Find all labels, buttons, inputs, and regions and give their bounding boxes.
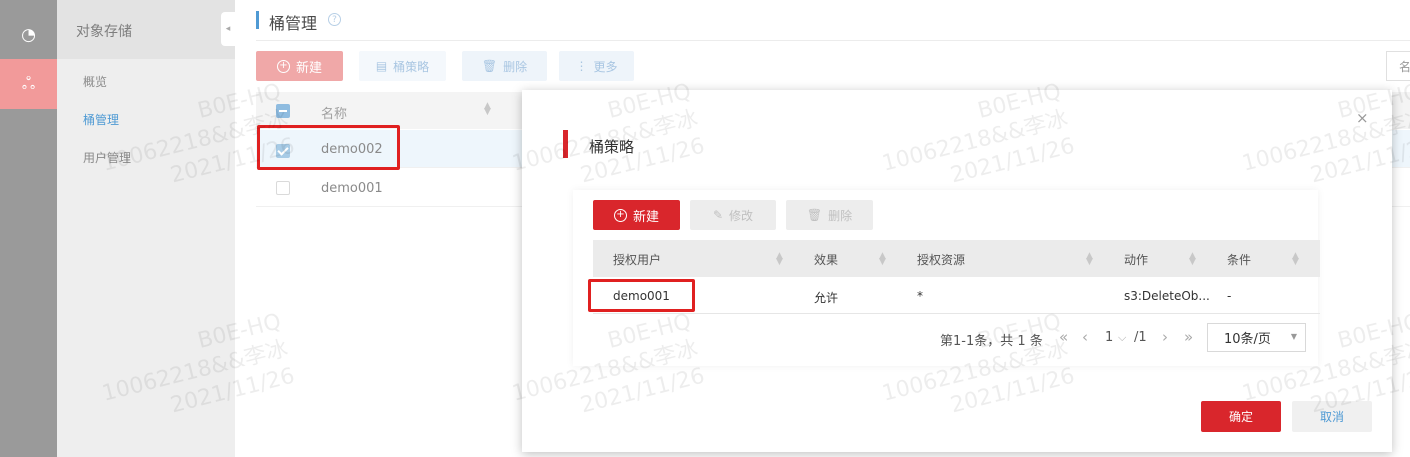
column-header-user[interactable]: 授权用户 <box>613 251 661 268</box>
trash-icon: 🗑 <box>481 59 498 73</box>
rail-item-object-storage[interactable]: ஃ <box>0 59 57 109</box>
new-policy-button[interactable]: + 新建 <box>593 200 680 230</box>
edit-policy-button[interactable]: ✎ 修改 <box>690 200 776 230</box>
caret-down-icon: ▼ <box>1290 332 1297 341</box>
plus-circle-icon: + <box>613 208 627 222</box>
bucket-policy-label: 桶策略 <box>393 59 430 74</box>
pie-chart-icon: ◔ <box>21 24 36 45</box>
sidebar-item-user-management[interactable]: 用户管理 <box>83 149 131 166</box>
icon-rail: ◔ ஃ <box>0 0 57 457</box>
first-page-icon[interactable]: « <box>1059 328 1068 346</box>
page-size-select[interactable]: 10条/页 ▼ <box>1207 323 1306 352</box>
page-size-value: 10条/页 <box>1224 332 1271 347</box>
delete-bucket-label: 删除 <box>503 59 528 74</box>
storage-cluster-icon: ஃ <box>21 73 36 94</box>
more-vertical-icon: ⋮ <box>575 59 588 73</box>
sort-icon[interactable]: ▲ ▼ <box>484 102 491 117</box>
column-header-action[interactable]: 动作 <box>1124 251 1148 268</box>
total-pages: /1 <box>1134 330 1147 345</box>
sidebar: 对象存储 概览 桶管理 用户管理 <box>57 0 235 457</box>
trash-icon: 🗑 <box>806 208 823 222</box>
sort-icon[interactable]: ▲ ▼ <box>1086 252 1093 267</box>
effect-cell: 允许 <box>814 291 839 305</box>
condition-cell: - <box>1227 289 1232 303</box>
more-label: 更多 <box>593 59 618 74</box>
sort-icon[interactable]: ▲ ▼ <box>776 252 783 267</box>
sidebar-section-title: 对象存储 <box>76 24 132 40</box>
bucket-policy-dialog: × 桶策略 + 新建 ✎ 修改 🗑 删除 授权用户 ▲ ▼ 效果 ▲ ▼ 授权资源 … <box>522 90 1392 452</box>
sidebar-collapse-button[interactable]: ◂ <box>221 12 235 46</box>
sidebar-item-overview[interactable]: 概览 <box>83 73 107 90</box>
row-checkbox[interactable] <box>276 181 290 195</box>
action-cell: s3:DeleteOb... <box>1124 289 1210 303</box>
column-header-resource[interactable]: 授权资源 <box>917 251 965 268</box>
bucket-policy-button[interactable]: ▤ 桶策略 <box>359 51 446 81</box>
resource-cell: * <box>917 289 923 303</box>
dialog-title: 桶策略 <box>589 138 635 156</box>
edit-policy-label: 修改 <box>729 208 754 223</box>
next-page-icon[interactable]: › <box>1162 328 1168 346</box>
document-icon: ▤ <box>375 59 388 73</box>
sidebar-header: 对象存储 <box>57 0 235 59</box>
close-icon[interactable]: × <box>1356 109 1369 127</box>
edit-pencil-icon: ✎ <box>712 208 724 222</box>
sort-icon[interactable]: ▲ ▼ <box>1292 252 1299 267</box>
help-icon[interactable]: ? <box>328 13 341 26</box>
delete-bucket-button[interactable]: 🗑 删除 <box>462 51 547 81</box>
chevron-down-icon[interactable]: ⌵ <box>1118 331 1126 345</box>
delete-policy-button[interactable]: 🗑 删除 <box>786 200 873 230</box>
sort-icon[interactable]: ▲ ▼ <box>879 252 886 267</box>
table-row[interactable] <box>593 277 1320 314</box>
new-bucket-button[interactable]: + 新建 <box>256 51 343 81</box>
page-title: 桶管理 <box>269 14 318 33</box>
sidebar-item-bucket-management[interactable]: 桶管理 <box>83 111 119 128</box>
last-page-icon[interactable]: » <box>1184 328 1193 346</box>
name-filter-select[interactable]: 名 <box>1386 51 1410 81</box>
rail-item-dashboard[interactable]: ◔ <box>0 10 57 60</box>
cancel-button[interactable]: 取消 <box>1292 401 1372 432</box>
pagination-summary: 第1-1条，共 1 条 <box>940 334 1043 349</box>
delete-policy-label: 删除 <box>828 208 853 223</box>
bucket-name-cell[interactable]: demo001 <box>321 181 383 196</box>
column-header-effect[interactable]: 效果 <box>814 251 838 268</box>
highlight-box <box>588 279 695 312</box>
plus-circle-icon: + <box>276 59 290 73</box>
sort-icon[interactable]: ▲ ▼ <box>1189 252 1196 267</box>
new-policy-label: 新建 <box>632 209 659 225</box>
new-bucket-label: 新建 <box>295 60 322 76</box>
confirm-button[interactable]: 确定 <box>1201 401 1281 432</box>
current-page-select[interactable]: 1 <box>1105 330 1113 345</box>
chevron-left-icon: ◂ <box>225 24 231 34</box>
select-all-checkbox[interactable] <box>276 104 290 118</box>
more-button[interactable]: ⋮ 更多 <box>559 51 634 81</box>
highlight-box <box>257 125 400 170</box>
page-title-accent <box>256 11 259 29</box>
column-header-condition[interactable]: 条件 <box>1227 251 1251 268</box>
name-filter-label: 名 <box>1399 59 1410 74</box>
prev-page-icon[interactable]: ‹ <box>1082 328 1088 346</box>
dialog-title-accent <box>563 130 568 158</box>
column-header-name[interactable]: 名称 <box>321 103 347 122</box>
divider <box>256 40 1410 41</box>
